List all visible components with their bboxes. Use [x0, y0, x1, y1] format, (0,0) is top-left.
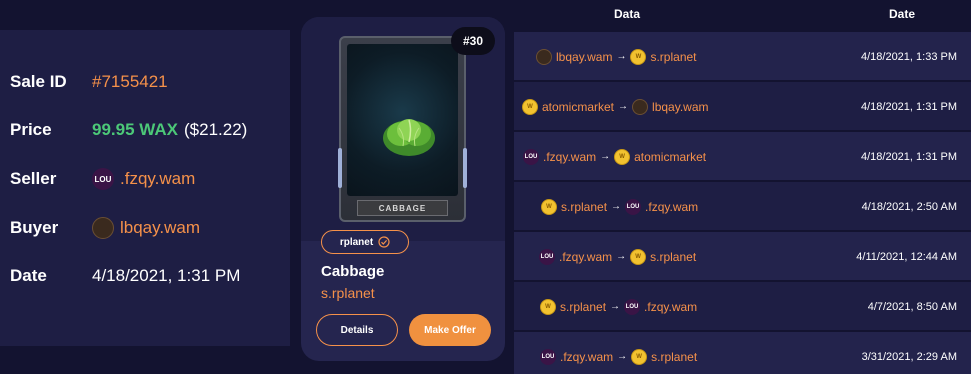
date-label: Date: [10, 266, 47, 285]
cabbage-icon: [383, 119, 435, 156]
transfer-date: 4/18/2021, 1:31 PM: [860, 100, 957, 113]
column-header-date: Date: [889, 7, 916, 21]
lou-avatar-icon: LOU: [539, 248, 555, 265]
wax-coin-icon: W: [630, 248, 647, 265]
arrow-right-icon: →: [618, 101, 629, 112]
sale-id-value[interactable]: #7155421: [92, 72, 168, 92]
card-image-area: CABBAGE #30: [301, 17, 505, 241]
arrow-right-icon: →: [616, 251, 627, 262]
lou-avatar-icon: LOU: [625, 198, 642, 215]
collection-badge[interactable]: rplanet: [321, 230, 409, 254]
details-button[interactable]: Details: [316, 314, 398, 346]
wax-coin-icon: W: [614, 148, 631, 165]
transfer-from-link[interactable]: lbqay.wam: [556, 50, 612, 64]
transfer-from-link[interactable]: s.rplanet: [560, 300, 606, 314]
transfer-cell: Ws.rplanet → LOU .fzqy.wam: [540, 282, 697, 331]
transfer-from-link[interactable]: .fzqy.wam: [543, 150, 596, 164]
transfer-cell: LOU .fzqy.wam → Watomicmarket: [523, 132, 706, 181]
price-wax: 99.95 WAX: [92, 120, 178, 139]
transfer-date: 3/31/2021, 2:29 AM: [861, 350, 957, 363]
transfer-to-link[interactable]: .fzqy.wam: [644, 300, 697, 314]
sale-id-label: Sale ID: [10, 72, 67, 91]
lbqay-avatar-icon: [632, 98, 649, 115]
transfer-from-link[interactable]: atomicmarket: [542, 100, 614, 114]
table-row: lbqay.wam → Ws.rplanet 4/18/2021, 1:33 PM: [514, 32, 971, 81]
lbqay-avatar-icon: [536, 48, 552, 65]
transfer-from-link[interactable]: .fzqy.wam: [560, 350, 613, 364]
wax-coin-icon: W: [630, 48, 647, 65]
buyer-avatar-icon: [92, 217, 114, 239]
seller-link[interactable]: .fzqy.wam: [120, 169, 195, 189]
arrow-right-icon: →: [600, 151, 611, 162]
table-row: LOU .fzqy.wam → Watomicmarket 4/18/2021, 1:3…: [514, 132, 971, 181]
arrow-right-icon: →: [617, 351, 628, 362]
arrow-right-icon: →: [611, 201, 622, 212]
verified-check-icon: [378, 236, 390, 248]
transfer-to-link[interactable]: s.rplanet: [650, 50, 696, 64]
nft-card[interactable]: CABBAGE #30 rplanet Cabbage s.rplanet De…: [301, 17, 505, 361]
transfer-cell: LOU .fzqy.wam → Ws.rplanet: [540, 332, 697, 374]
table-row: LOU .fzqy.wam → Ws.rplanet 3/31/2021, 2:29 A…: [514, 332, 971, 374]
wax-coin-icon: W: [631, 348, 648, 365]
transfer-to-link[interactable]: .fzqy.wam: [645, 200, 698, 214]
column-header-data: Data: [614, 7, 641, 21]
card-schema-link[interactable]: s.rplanet: [321, 285, 375, 301]
arrow-right-icon: →: [610, 301, 621, 312]
transfer-history-table: Data Date lbqay.wam → Ws.rplanet 4/18/2021,…: [514, 0, 971, 374]
mint-number-badge: #30: [451, 27, 495, 55]
transfer-cell: Watomicmarket → lbqay.wam: [522, 82, 709, 131]
table-header: Data Date: [514, 0, 971, 30]
table-row: LOU .fzqy.wam → Ws.rplanet 4/11/2021, 12:44 …: [514, 232, 971, 281]
transfer-date: 4/11/2021, 12:44 AM: [856, 250, 957, 263]
buyer-label: Buyer: [10, 218, 59, 237]
wax-coin-icon: W: [522, 98, 538, 115]
transfer-cell: Ws.rplanet → LOU .fzqy.wam: [541, 182, 698, 231]
transfer-date: 4/18/2021, 1:31 PM: [860, 150, 957, 163]
wax-coin-icon: W: [541, 198, 557, 215]
buyer-link[interactable]: lbqay.wam: [120, 218, 200, 238]
transfer-to-link[interactable]: s.rplanet: [650, 250, 696, 264]
transfer-cell: lbqay.wam → Ws.rplanet: [536, 32, 697, 81]
transfer-from-link[interactable]: .fzqy.wam: [559, 250, 612, 264]
price-usd: ($21.22): [184, 120, 248, 139]
transfer-to-link[interactable]: lbqay.wam: [652, 100, 708, 114]
transfer-date: 4/18/2021, 1:33 PM: [860, 50, 957, 63]
lou-avatar-icon: LOU: [624, 298, 641, 315]
price-label: Price: [10, 120, 52, 139]
transfer-cell: LOU .fzqy.wam → Ws.rplanet: [539, 232, 696, 281]
transfer-to-link[interactable]: s.rplanet: [651, 350, 697, 364]
transfer-to-link[interactable]: atomicmarket: [634, 150, 706, 164]
transfer-date: 4/18/2021, 2:50 AM: [861, 200, 957, 213]
lou-avatar-icon: LOU: [540, 348, 556, 365]
table-row: Ws.rplanet → LOU .fzqy.wam 4/7/2021, 8:50 AM: [514, 282, 971, 331]
card-title: Cabbage: [321, 263, 385, 280]
sale-info-panel: Sale ID #7155421 Price 99.95 WAX ($21.22…: [0, 30, 290, 346]
date-value: 4/18/2021, 1:31 PM: [92, 266, 241, 285]
seller-label: Seller: [10, 169, 57, 188]
nft-image[interactable]: CABBAGE: [338, 36, 467, 222]
transfer-date: 4/7/2021, 8:50 AM: [867, 300, 957, 313]
table-row: Ws.rplanet → LOU .fzqy.wam 4/18/2021, 2:50 A…: [514, 182, 971, 231]
nft-name-plate: CABBAGE: [357, 200, 448, 216]
lou-avatar-icon: LOU: [523, 148, 539, 165]
seller-avatar-icon: LOU: [92, 168, 114, 190]
transfer-from-link[interactable]: s.rplanet: [561, 200, 607, 214]
arrow-right-icon: →: [616, 51, 627, 62]
make-offer-button[interactable]: Make Offer: [409, 314, 491, 346]
table-row: Watomicmarket → lbqay.wam 4/18/2021, 1:31 P…: [514, 82, 971, 131]
collection-name: rplanet: [339, 236, 374, 248]
wax-coin-icon: W: [540, 298, 556, 315]
